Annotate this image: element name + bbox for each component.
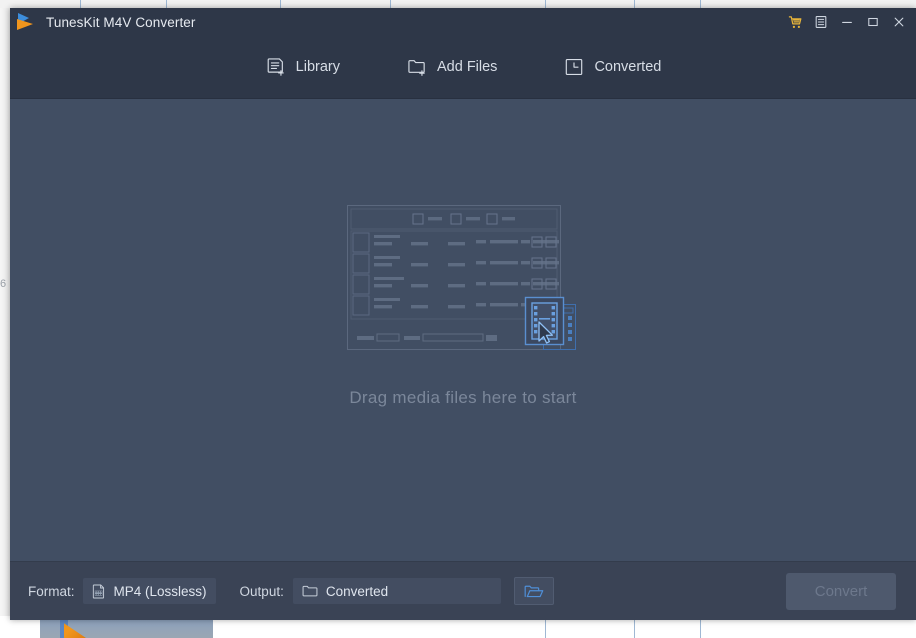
converted-history-icon	[563, 56, 585, 78]
drag-drop-illustration	[347, 205, 579, 360]
browse-output-button[interactable]	[513, 577, 554, 605]
convert-button[interactable]: Convert	[786, 572, 896, 610]
cart-icon[interactable]	[782, 9, 808, 35]
output-value: Converted	[325, 583, 389, 599]
title-bar[interactable]: TunesKit M4V Converter	[10, 8, 916, 36]
maximize-icon[interactable]	[860, 9, 886, 35]
format-label: Format:	[28, 583, 75, 599]
toolbar-item-library[interactable]: Library	[261, 52, 344, 82]
toolbar-item-add-files[interactable]: Add Files	[402, 52, 501, 82]
background-left-gutter	[0, 8, 10, 638]
drop-hint-text: Drag media files here to start	[349, 388, 577, 407]
background-gutter-number: 6	[0, 278, 7, 290]
video-file-icon	[92, 584, 107, 599]
format-value: MP4 (Lossless)	[113, 583, 207, 599]
minimize-icon[interactable]	[834, 9, 860, 35]
menu-icon[interactable]	[808, 9, 834, 35]
toolbar-item-converted[interactable]: Converted	[559, 52, 665, 82]
bottom-bar: Format: MP4 (Lossless) Output: Converted…	[10, 561, 916, 620]
main-toolbar: Library Add Files Converted	[10, 36, 916, 99]
folder-add-icon	[406, 56, 428, 78]
tuneskit-logo-icon	[17, 12, 39, 32]
library-add-icon	[265, 56, 287, 78]
open-folder-icon	[524, 584, 544, 599]
drop-zone[interactable]: Drag media files here to start	[10, 99, 916, 561]
window-title: TunesKit M4V Converter	[46, 14, 196, 30]
format-selector[interactable]: MP4 (Lossless)	[82, 578, 216, 604]
output-label: Output:	[239, 583, 284, 599]
toolbar-label-converted: Converted	[594, 59, 662, 75]
output-path-input[interactable]: Converted	[292, 578, 501, 604]
window-controls	[782, 8, 912, 36]
folder-outline-icon	[302, 584, 318, 598]
toolbar-label-add-files: Add Files	[436, 59, 498, 75]
application-window: TunesKit M4V Converter Library Add Files…	[10, 8, 916, 620]
toolbar-label-library: Library	[295, 59, 340, 75]
close-icon[interactable]	[886, 9, 912, 35]
